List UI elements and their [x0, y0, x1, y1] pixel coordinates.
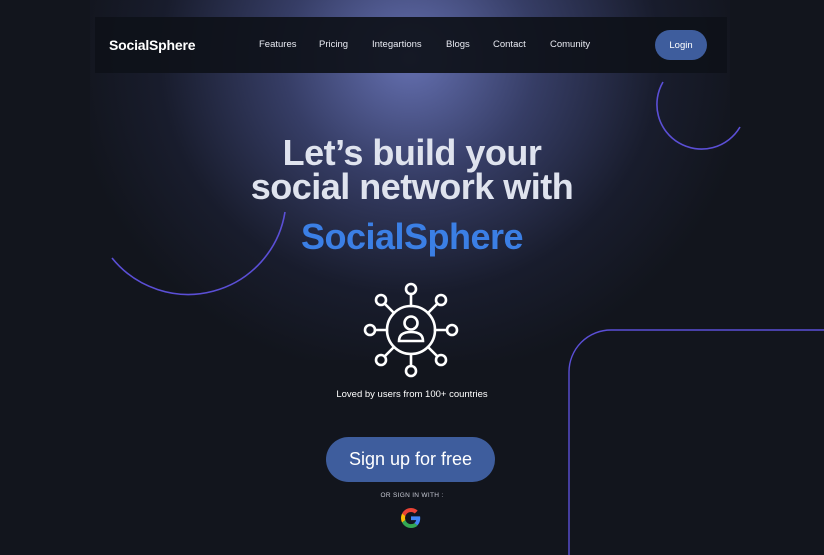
hero-title-line-2: social network with [250, 166, 574, 207]
nav-link-integrations[interactable]: Integartions [372, 39, 422, 50]
nav-link-features[interactable]: Features [259, 39, 297, 50]
hero-title-brand: SocialSphere [300, 216, 524, 257]
signup-button[interactable]: Sign up for free [326, 437, 495, 482]
network-user-icon [363, 282, 459, 378]
login-button[interactable]: Login [655, 30, 707, 60]
hero-title-line-1: Let’s build your [282, 132, 542, 173]
nav-links: Features Pricing Integartions Blogs Cont… [95, 39, 727, 53]
or-sign-in-label: OR SIGN IN WITH : [380, 492, 444, 499]
bottom-right-frame [568, 329, 824, 555]
tagline: Loved by users from 100+ countries [336, 389, 488, 400]
google-icon[interactable] [401, 508, 421, 528]
hero-title: Let’s build your social network with Soc… [0, 132, 824, 257]
navbar: SocialSphere Features Pricing Integartio… [95, 17, 727, 73]
nav-link-contact[interactable]: Contact [493, 39, 526, 50]
nav-link-community[interactable]: Comunity [550, 39, 590, 50]
nav-link-blogs[interactable]: Blogs [446, 39, 470, 50]
nav-link-pricing[interactable]: Pricing [319, 39, 348, 50]
